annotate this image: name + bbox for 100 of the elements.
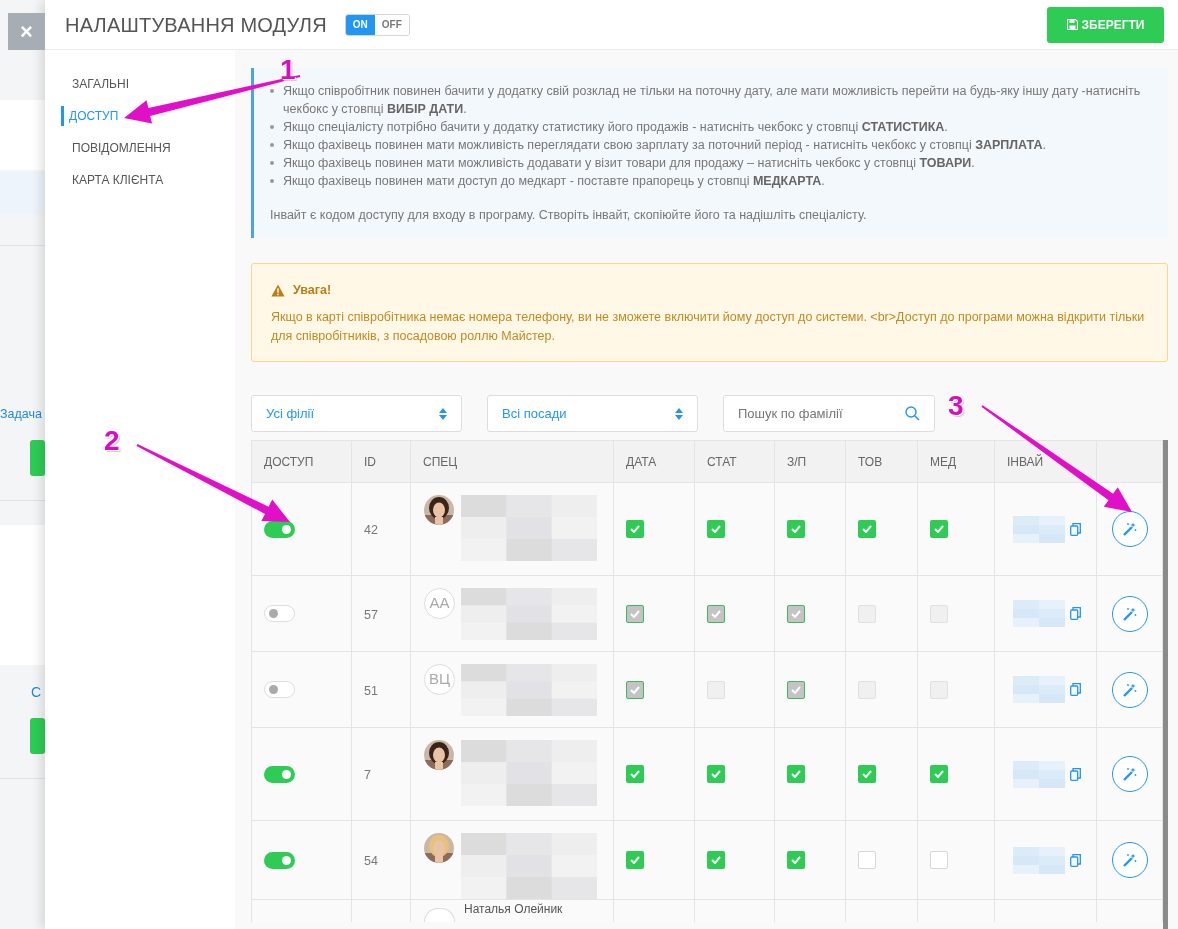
magic-wand-icon <box>1122 767 1137 781</box>
toggle-switch[interactable] <box>264 605 295 622</box>
copy-icon[interactable] <box>1070 522 1081 536</box>
id-text: 42 <box>364 523 378 537</box>
annotation-number: 3 <box>948 392 964 420</box>
save-icon <box>1066 19 1078 30</box>
sidebar-item[interactable]: КАРТА КЛІЄНТА <box>61 170 235 190</box>
checkmark-icon <box>711 856 721 864</box>
magic-wand-button[interactable] <box>1111 511 1148 547</box>
info-item: Якщо спеціалісту потрібно бачити у додатку статистику його продажів - натисніть чекбокс у стовпці СТАТИСТИКА. <box>283 119 948 136</box>
checkmark-icon <box>711 525 721 533</box>
link[interactable]: С <box>31 682 42 703</box>
magic-wand-button[interactable] <box>1111 842 1148 878</box>
checkbox[interactable] <box>858 520 876 538</box>
column-header: З/П <box>787 454 807 469</box>
search-input[interactable]: Пошук по фамілії <box>738 403 905 424</box>
redacted-code <box>1013 846 1065 874</box>
checkbox[interactable] <box>626 765 644 783</box>
column-header: ДАТА <box>626 454 657 469</box>
magic-wand-icon <box>1122 682 1137 697</box>
checkmark-icon <box>791 525 801 533</box>
position-select[interactable]: Всі посади <box>487 395 698 432</box>
redacted-code <box>1013 515 1065 543</box>
checkbox[interactable] <box>858 851 876 869</box>
search-field[interactable]: Пошук по фамілії <box>723 395 935 432</box>
column-header: ТОВ <box>858 454 883 469</box>
checkbox[interactable] <box>787 520 805 538</box>
checkmark-icon <box>791 856 801 864</box>
checkbox[interactable] <box>707 851 725 869</box>
sidebar-item[interactable]: ЗАГАЛЬНІ <box>61 74 235 94</box>
magic-wand-button[interactable] <box>1111 671 1148 708</box>
redacted-code <box>1013 600 1065 627</box>
card-background <box>0 172 45 215</box>
bullet <box>270 125 274 129</box>
checkmark-icon <box>862 525 872 533</box>
id-text: 57 <box>364 607 378 622</box>
info-item: Якщо фахівець повинен мати доступ до медкарт - поставте прапорець у стовпці МЕДКАРТА. <box>283 173 825 190</box>
checkmark-icon <box>630 856 640 864</box>
bullet <box>270 143 274 147</box>
checkbox[interactable] <box>930 851 948 869</box>
annotation-number: 1 <box>280 56 296 84</box>
info-item: Якщо співробітник повинен бачити у додатку свій розклад не тільки на поточну дату, але мати можливість перейти на будь-яку іншу дату -натисніть чекбокс у стовпці ВИБІР ДАТИ. <box>283 83 1142 118</box>
magic-wand-button[interactable] <box>1111 756 1148 792</box>
copy-icon[interactable] <box>1070 683 1081 696</box>
scrollbar[interactable] <box>1163 440 1168 929</box>
employee-name: Наталья Олейник <box>464 902 563 918</box>
warning-text: Якщо в карті співробітника немає номера телефону, ви не зможете включити йому доступ до системи. <br>Доступ до програми можна відкрити тільки для співробітників, з посадовою роллю Майстер. <box>271 308 1146 345</box>
checkbox[interactable] <box>707 765 725 783</box>
copy-icon[interactable] <box>1070 853 1081 867</box>
branch-select[interactable]: Усі філії <box>251 395 462 432</box>
panel-title: НАЛАШТУВАННЯ МОДУЛЯ <box>65 12 327 38</box>
avatar-initials: ВЦ <box>424 664 455 695</box>
annotation-number: 2 <box>104 427 120 455</box>
checkbox[interactable] <box>626 520 644 538</box>
checkmark-icon <box>630 685 640 694</box>
checkbox[interactable] <box>930 520 948 538</box>
save-button[interactable]: ЗБЕРЕГТИ <box>1047 6 1164 43</box>
toggle-switch[interactable] <box>264 520 295 538</box>
magic-wand-icon <box>1122 606 1137 621</box>
magic-wand-button[interactable] <box>1111 595 1148 632</box>
toggle-switch[interactable] <box>264 765 295 783</box>
column-header: ІНВАЙ <box>1007 454 1044 469</box>
column-header: МЕД <box>930 454 957 469</box>
column-header: СПЕЦ <box>423 454 458 469</box>
id-text: 7 <box>364 768 371 782</box>
checkmark-icon <box>630 609 640 618</box>
checkbox[interactable] <box>930 765 948 783</box>
switch-option[interactable]: ON <box>345 14 375 35</box>
link[interactable]: Задача <box>0 405 42 424</box>
sidebar-item[interactable]: ПОВІДОМЛЕННЯ <box>61 138 235 158</box>
id-text: 51 <box>364 683 378 698</box>
checkbox[interactable] <box>707 520 725 538</box>
copy-icon[interactable] <box>1070 607 1081 620</box>
checkbox[interactable] <box>787 765 805 783</box>
magic-wand-icon <box>1122 522 1137 536</box>
checkbox[interactable] <box>626 851 644 869</box>
redacted-code <box>1013 760 1065 788</box>
checkmark-icon <box>934 770 944 778</box>
column-header: ID <box>364 454 376 469</box>
avatar-initials: АА <box>424 588 455 619</box>
checkmark-icon <box>791 609 801 618</box>
close-button[interactable]: × <box>8 13 45 50</box>
button[interactable] <box>30 718 45 754</box>
search-icon[interactable] <box>905 406 920 421</box>
id-text: 54 <box>364 854 378 868</box>
checkbox[interactable] <box>858 765 876 783</box>
bullet <box>270 179 274 183</box>
copy-icon[interactable] <box>1070 767 1081 781</box>
checkmark-icon <box>711 770 721 778</box>
column-header: ДОСТУП <box>264 454 314 469</box>
toggle-switch[interactable] <box>264 851 295 869</box>
sort-caret-icon <box>675 407 683 420</box>
column-header: СТАТ <box>707 454 737 469</box>
bullet <box>270 89 274 93</box>
toggle-switch[interactable] <box>264 681 295 698</box>
button[interactable] <box>30 440 45 476</box>
checkmark-icon <box>630 525 640 533</box>
info-note: Інвайт є кодом доступу для входу в програму. Створіть інвайт, скопіюйте його та надішліть спеціалісту. <box>270 207 868 224</box>
checkbox[interactable] <box>787 851 805 869</box>
warning-title: Увага! <box>293 282 332 299</box>
